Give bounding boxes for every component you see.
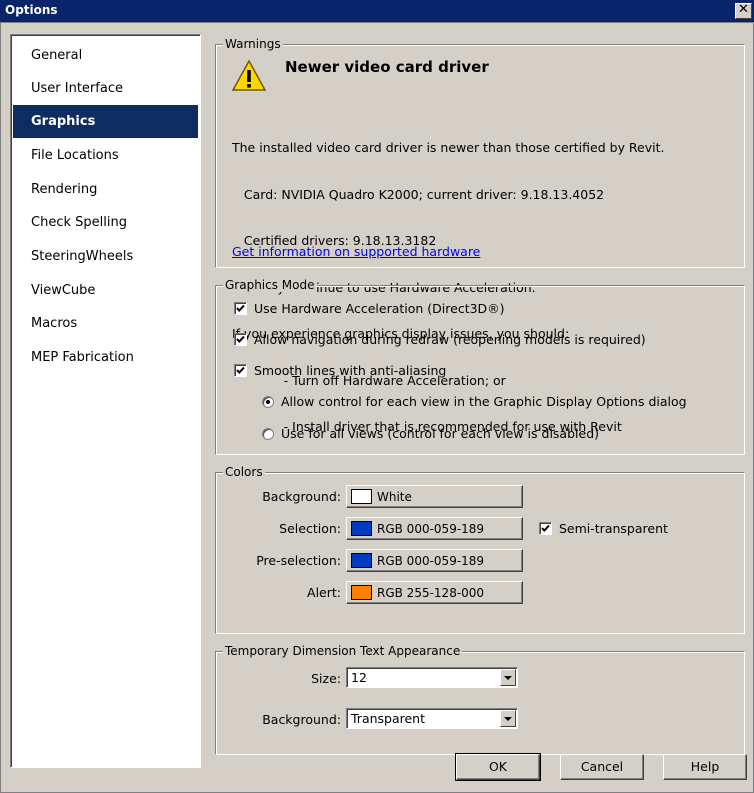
alert-color-swatch [351,585,372,600]
sidebar-item-rendering[interactable]: Rendering [13,173,198,206]
hw-acceleration-label: Use Hardware Acceleration (Direct3D®) [254,301,505,316]
all-views-option[interactable]: Use for all views (control for each view… [262,426,599,441]
warning-title: Newer video card driver [285,58,489,76]
chevron-down-icon[interactable] [500,669,516,686]
smooth-lines-checkbox[interactable] [234,364,247,377]
background-color-value: White [377,489,412,504]
all-views-label: Use for all views (control for each view… [281,426,599,441]
warning-line: The installed video card driver is newer… [232,140,665,155]
warnings-group: Warnings Newer video card driver The ins… [215,37,745,434]
hw-acceleration-option[interactable]: Use Hardware Acceleration (Direct3D®) [234,301,505,316]
selection-color-swatch [351,521,372,536]
alert-color-value: RGB 255-128-000 [377,585,485,600]
background-color-label: Background: [262,489,341,504]
preselection-color-button[interactable]: RGB 000-059-189 [346,549,523,572]
nav-during-redraw-checkbox[interactable] [234,333,247,346]
text-background-value: Transparent [351,711,426,726]
smooth-lines-option[interactable]: Smooth lines with anti-aliasing [234,363,446,378]
supported-hardware-link[interactable]: Get information on supported hardware [232,244,480,259]
alert-color-label: Alert: [307,585,341,600]
hw-acceleration-checkbox[interactable] [234,302,247,315]
text-background-label: Background: [262,712,341,727]
preselection-color-label: Pre-selection: [256,553,341,568]
smooth-lines-label: Smooth lines with anti-aliasing [254,363,447,378]
category-list: General User Interface Graphics File Loc… [10,34,201,768]
sidebar-item-graphics[interactable]: Graphics [13,105,198,138]
temp-dimension-group: Temporary Dimension Text Appearance Size… [215,644,745,755]
warning-triangle-icon [231,59,267,93]
sidebar-item-mep-fabrication[interactable]: MEP Fabrication [13,341,198,374]
warning-line: Card: NVIDIA Quadro K2000; current drive… [232,186,605,202]
preselection-color-value: RGB 000-059-189 [377,553,485,568]
semi-transparent-option[interactable]: Semi-transparent [539,521,668,536]
per-view-control-radio[interactable] [262,395,274,408]
sidebar-item-steeringwheels[interactable]: SteeringWheels [13,240,198,273]
title-bar: Options ✕ [0,0,754,22]
per-view-control-label: Allow control for each view in the Graph… [281,394,687,409]
nav-during-redraw-option[interactable]: Allow navigation during redraw (reopenin… [234,332,646,347]
text-size-value: 12 [351,670,367,685]
text-size-dropdown[interactable]: 12 [346,667,518,688]
sidebar-item-file-locations[interactable]: File Locations [13,139,198,172]
semi-transparent-label: Semi-transparent [559,521,668,536]
colors-group: Colors Background: White Selection: RGB … [215,465,745,634]
chevron-down-icon[interactable] [500,710,516,727]
semi-transparent-checkbox[interactable] [539,522,552,535]
colors-group-label: Colors [223,465,265,479]
graphics-settings-panel: Warnings Newer video card driver The ins… [206,34,753,768]
sidebar-item-viewcube[interactable]: ViewCube [13,274,198,307]
close-icon[interactable]: ✕ [735,3,752,19]
text-background-dropdown[interactable]: Transparent [346,708,518,729]
window-title: Options [5,3,58,17]
sidebar-item-macros[interactable]: Macros [13,307,198,340]
text-size-label: Size: [311,671,341,686]
cancel-button[interactable]: Cancel [560,754,644,780]
alert-color-button[interactable]: RGB 255-128-000 [346,581,523,604]
ok-button[interactable]: OK [455,753,541,781]
selection-color-label: Selection: [279,521,341,536]
graphics-mode-group-label: Graphics Mode [223,278,317,292]
per-view-control-option[interactable]: Allow control for each view in the Graph… [262,394,687,409]
background-color-button[interactable]: White [346,485,523,508]
sidebar-item-check-spelling[interactable]: Check Spelling [13,206,198,239]
selection-color-button[interactable]: RGB 000-059-189 [346,517,523,540]
graphics-mode-group: Graphics Mode Use Hardware Acceleration … [215,278,745,455]
help-button[interactable]: Help [663,754,747,780]
all-views-radio[interactable] [262,427,274,440]
nav-during-redraw-label: Allow navigation during redraw (reopenin… [254,332,646,347]
warnings-group-label: Warnings [223,37,283,51]
background-color-swatch [351,489,372,504]
sidebar-item-general[interactable]: General [13,39,198,72]
selection-color-value: RGB 000-059-189 [377,521,485,536]
options-dialog: General User Interface Graphics File Loc… [0,22,754,793]
sidebar-item-user-interface[interactable]: User Interface [13,72,198,105]
preselection-color-swatch [351,553,372,568]
temp-dimension-group-label: Temporary Dimension Text Appearance [223,644,463,658]
